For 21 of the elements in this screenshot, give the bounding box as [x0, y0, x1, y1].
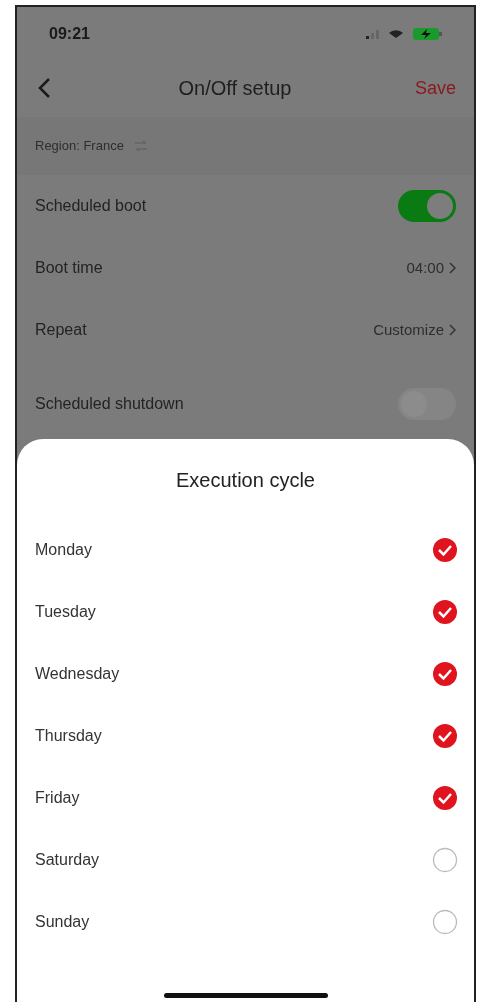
day-option[interactable]: Monday [17, 519, 474, 581]
day-option[interactable]: Saturday [17, 829, 474, 891]
setting-label: Boot time [35, 258, 103, 278]
setting-label: Scheduled shutdown [35, 394, 184, 414]
day-option[interactable]: Sunday [17, 891, 474, 953]
signal-icon [366, 29, 379, 39]
page-title: On/Off setup [178, 76, 292, 101]
setting-label: Repeat [35, 320, 87, 340]
battery-charging-icon [413, 28, 442, 40]
wifi-icon [389, 30, 403, 38]
region-label: Region: France [35, 137, 124, 156]
sheet-title: Execution cycle [176, 468, 315, 493]
day-option[interactable]: Wednesday [17, 643, 474, 705]
toggle-switch[interactable] [398, 190, 456, 222]
setting-label: Scheduled boot [35, 196, 147, 216]
chevron-right-icon[interactable] [448, 262, 456, 274]
status-time: 09:21 [49, 24, 90, 44]
chevron-right-icon[interactable] [448, 324, 456, 336]
day-option[interactable]: Tuesday [17, 581, 474, 643]
day-option[interactable]: Friday [17, 767, 474, 829]
day-option[interactable]: Thursday [17, 705, 474, 767]
